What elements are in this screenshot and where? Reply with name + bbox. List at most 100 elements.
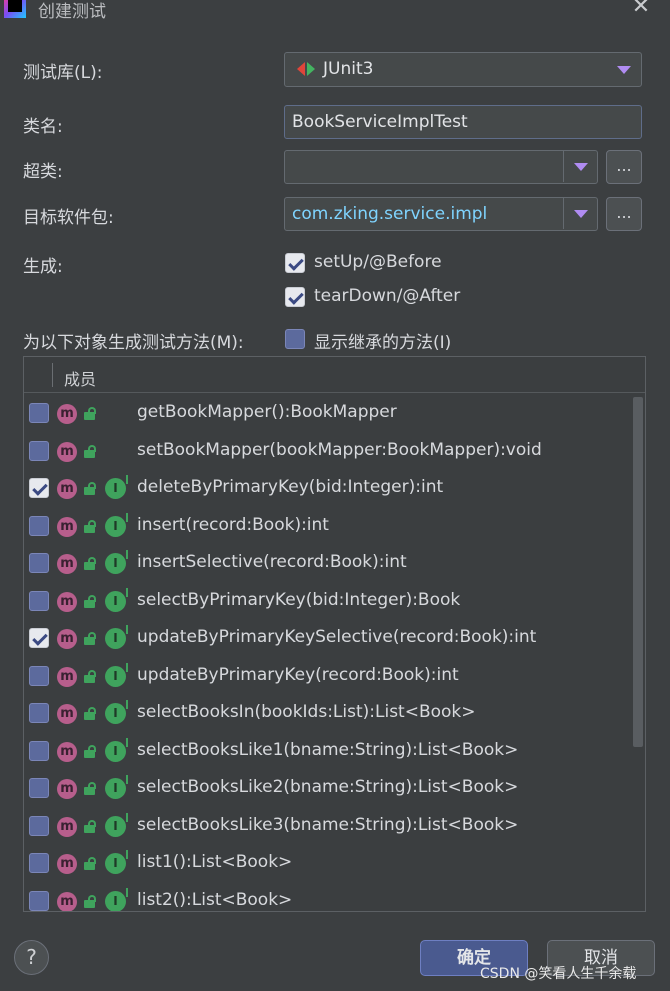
close-icon[interactable]: ✕ [630,0,652,18]
class-name-value: BookServiceImplTest [292,112,468,132]
title-bar: 创建测试 ✕ [0,0,670,22]
implements-icon: I [105,588,128,612]
implements-icon: I [105,550,128,574]
table-row[interactable]: m IselectBooksLike1(bname:String):List<Bo… [24,733,632,770]
superclass-dropdown-button[interactable] [563,151,597,182]
table-row[interactable]: m setBookMapper(bookMapper:BookMapper):vo… [24,433,632,470]
table-row[interactable]: m Ilist1():List<Book> [24,845,632,882]
method-signature: list1():List<Book> [137,852,293,872]
method-checkbox[interactable] [29,441,49,461]
table-row[interactable]: m IselectBooksLike2(bname:String):List<Bo… [24,770,632,807]
method-icon: m [57,892,77,911]
method-signature: selectBooksLike1(bname:String):List<Book… [137,740,519,760]
table-row[interactable]: m IdeleteByPrimaryKey(bid:Integer):int [24,470,632,507]
method-icon: m [57,667,77,687]
setup-checkbox[interactable] [285,253,305,273]
method-checkbox[interactable] [29,741,49,761]
public-unlock-icon [84,857,96,870]
method-icon: m [57,817,77,837]
teardown-label: tearDown/@After [314,286,461,306]
help-button[interactable]: ? [14,940,49,975]
method-icon: m [57,629,77,649]
show-inherited-label: 显示继承的方法(I) [314,333,452,353]
public-unlock-icon [84,595,96,608]
table-row[interactable]: m Iinsert(record:Book):int [24,508,632,545]
method-signature: updateByPrimaryKeySelective(record:Book)… [137,627,537,647]
method-checkbox[interactable] [29,478,49,498]
class-name-input[interactable]: BookServiceImplTest [284,105,642,139]
public-unlock-icon [84,745,96,758]
method-checkbox[interactable] [29,516,49,536]
method-checkbox[interactable] [29,553,49,573]
test-library-value: JUnit3 [323,59,374,79]
method-checkbox[interactable] [29,891,49,911]
method-checkbox[interactable] [29,403,49,423]
target-package-combo[interactable]: com.zking.service.impl [284,197,598,231]
table-row[interactable]: m IselectBooksIn(bookIds:List):List<Book> [24,695,632,732]
header-divider [52,363,53,387]
public-unlock-icon [84,670,96,683]
implements-icon: I [105,775,128,799]
public-unlock-icon [84,445,96,458]
table-row[interactable]: m getBookMapper():BookMapper [24,395,632,432]
method-icon: m [57,592,77,612]
public-unlock-icon [84,820,96,833]
public-unlock-icon [84,557,96,570]
members-table[interactable]: 成员 m getBookMapper():BookMapper m setBookMa… [23,356,646,912]
public-unlock-icon [84,632,96,645]
method-checkbox[interactable] [29,666,49,686]
implements-icon: I [105,700,128,724]
method-icon: m [57,554,77,574]
public-unlock-icon [84,482,96,495]
method-checkbox[interactable] [29,703,49,723]
superclass-combo[interactable] [284,150,598,184]
method-signature: updateByPrimaryKey(record:Book):int [137,665,459,685]
method-icon: m [57,442,77,462]
chevron-down-icon [617,66,631,74]
method-signature: deleteByPrimaryKey(bid:Integer):int [137,477,444,497]
test-library-label: 测试库(L): [23,63,103,83]
method-checkbox[interactable] [29,778,49,798]
method-signature: insert(record:Book):int [137,515,329,535]
methods-label: 为以下对象生成测试方法(M): [23,333,244,353]
method-checkbox[interactable] [29,591,49,611]
table-header: 成员 [24,357,645,393]
class-name-label: 类名: [23,117,63,137]
public-unlock-icon [84,782,96,795]
teardown-checkbox[interactable] [285,287,305,307]
method-signature: selectBooksIn(bookIds:List):List<Book> [137,702,476,722]
public-unlock-icon [84,895,96,908]
table-row[interactable]: m IselectByPrimaryKey(bid:Integer):Book [24,583,632,620]
method-signature: selectBooksLike3(bname:String):List<Book… [137,815,519,835]
vertical-scrollbar[interactable] [633,397,643,747]
target-package-dropdown-button[interactable] [563,198,597,229]
intellij-logo-icon [4,0,26,18]
generate-label: 生成: [23,257,63,277]
method-signature: list2():List<Book> [137,890,293,910]
method-checkbox[interactable] [29,628,49,648]
method-checkbox[interactable] [29,816,49,836]
table-row[interactable]: m IupdateByPrimaryKey(record:Book):int [24,658,632,695]
target-package-browse-button[interactable]: ... [606,197,642,231]
method-icon: m [57,479,77,499]
implements-icon: I [105,888,128,911]
target-package-value: com.zking.service.impl [292,204,488,224]
method-signature: selectBooksLike2(bname:String):List<Book… [137,777,519,797]
table-row[interactable]: m IinsertSelective(record:Book):int [24,545,632,582]
table-row[interactable]: m Ilist2():List<Book> [24,883,632,911]
test-library-select[interactable]: JUnit3 [284,52,642,87]
table-row[interactable]: m IselectBooksLike3(bname:String):List<Bo… [24,808,632,845]
method-signature: getBookMapper():BookMapper [137,402,397,422]
public-unlock-icon [84,407,96,420]
table-row[interactable]: m IupdateByPrimaryKeySelective(record:Boo… [24,620,632,657]
method-signature: selectByPrimaryKey(bid:Integer):Book [137,590,461,610]
show-inherited-checkbox[interactable] [285,329,305,349]
superclass-label: 超类: [23,162,63,182]
method-checkbox[interactable] [29,853,49,873]
members-column-header[interactable]: 成员 [64,366,96,390]
public-unlock-icon [84,707,96,720]
superclass-browse-button[interactable]: ... [606,150,642,184]
method-icon: m [57,779,77,799]
implements-icon: I [105,850,128,874]
implements-icon: I [105,813,128,837]
